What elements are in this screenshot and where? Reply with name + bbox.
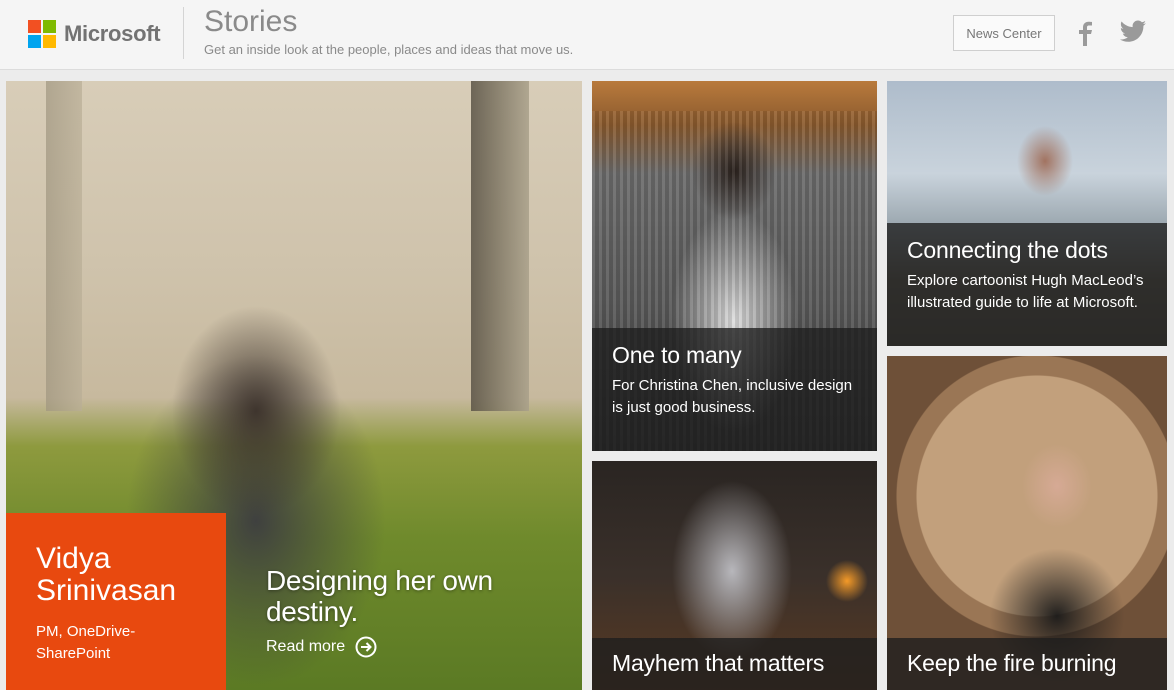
story-title: Mayhem that matters	[612, 650, 825, 676]
story-description: For Christina Chen, inclusive design is …	[612, 377, 853, 416]
person-name: Vidya Srinivasan	[36, 542, 177, 607]
story-tile[interactable]: Keep the fire burning	[887, 356, 1167, 690]
story-tile[interactable]: Mayhem that matters	[592, 461, 877, 690]
arrow-circle-right-icon	[355, 636, 377, 658]
story-tile[interactable]: Connecting the dots Explore cartoonist H…	[887, 81, 1167, 346]
section-title[interactable]: Stories	[204, 5, 297, 39]
hero-photo-pillar	[471, 81, 529, 411]
microsoft-logo[interactable]: Microsoft	[28, 20, 161, 48]
tagline: Get an inside look at the people, places…	[204, 42, 574, 57]
story-description: Explore cartoonist Hugh MacLeod’s illust…	[907, 272, 1144, 311]
twitter-icon[interactable]	[1119, 20, 1147, 49]
story-tile[interactable]: One to many For Christina Chen, inclusiv…	[592, 81, 877, 451]
read-more-label: Read more	[266, 638, 346, 655]
hero-headline[interactable]: Designing her own destiny.	[266, 565, 546, 627]
brand-name: Microsoft	[64, 21, 161, 46]
story-title: Connecting the dots	[907, 237, 1108, 263]
story-caption: Mayhem that matters	[592, 638, 877, 690]
header-divider	[183, 7, 184, 59]
story-title: Keep the fire burning	[907, 650, 1117, 676]
hero-photo-pillar	[46, 81, 82, 411]
story-caption: One to many For Christina Chen, inclusiv…	[592, 328, 877, 451]
windows-logo-icon	[28, 20, 56, 48]
story-caption: Keep the fire burning	[887, 638, 1167, 690]
facebook-icon[interactable]	[1075, 20, 1095, 51]
news-center-button[interactable]: News Center	[953, 15, 1055, 51]
person-info-box: Vidya Srinivasan PM, OneDrive-SharePoint	[6, 513, 226, 690]
site-header: Microsoft Stories Get an inside look at …	[0, 0, 1174, 70]
person-role: PM, OneDrive-SharePoint	[36, 623, 136, 662]
read-more-link[interactable]: Read more	[266, 636, 377, 658]
hero-story-tile[interactable]: Vidya Srinivasan PM, OneDrive-SharePoint…	[6, 81, 582, 690]
story-title: One to many	[612, 342, 742, 368]
story-caption: Connecting the dots Explore cartoonist H…	[887, 223, 1167, 346]
